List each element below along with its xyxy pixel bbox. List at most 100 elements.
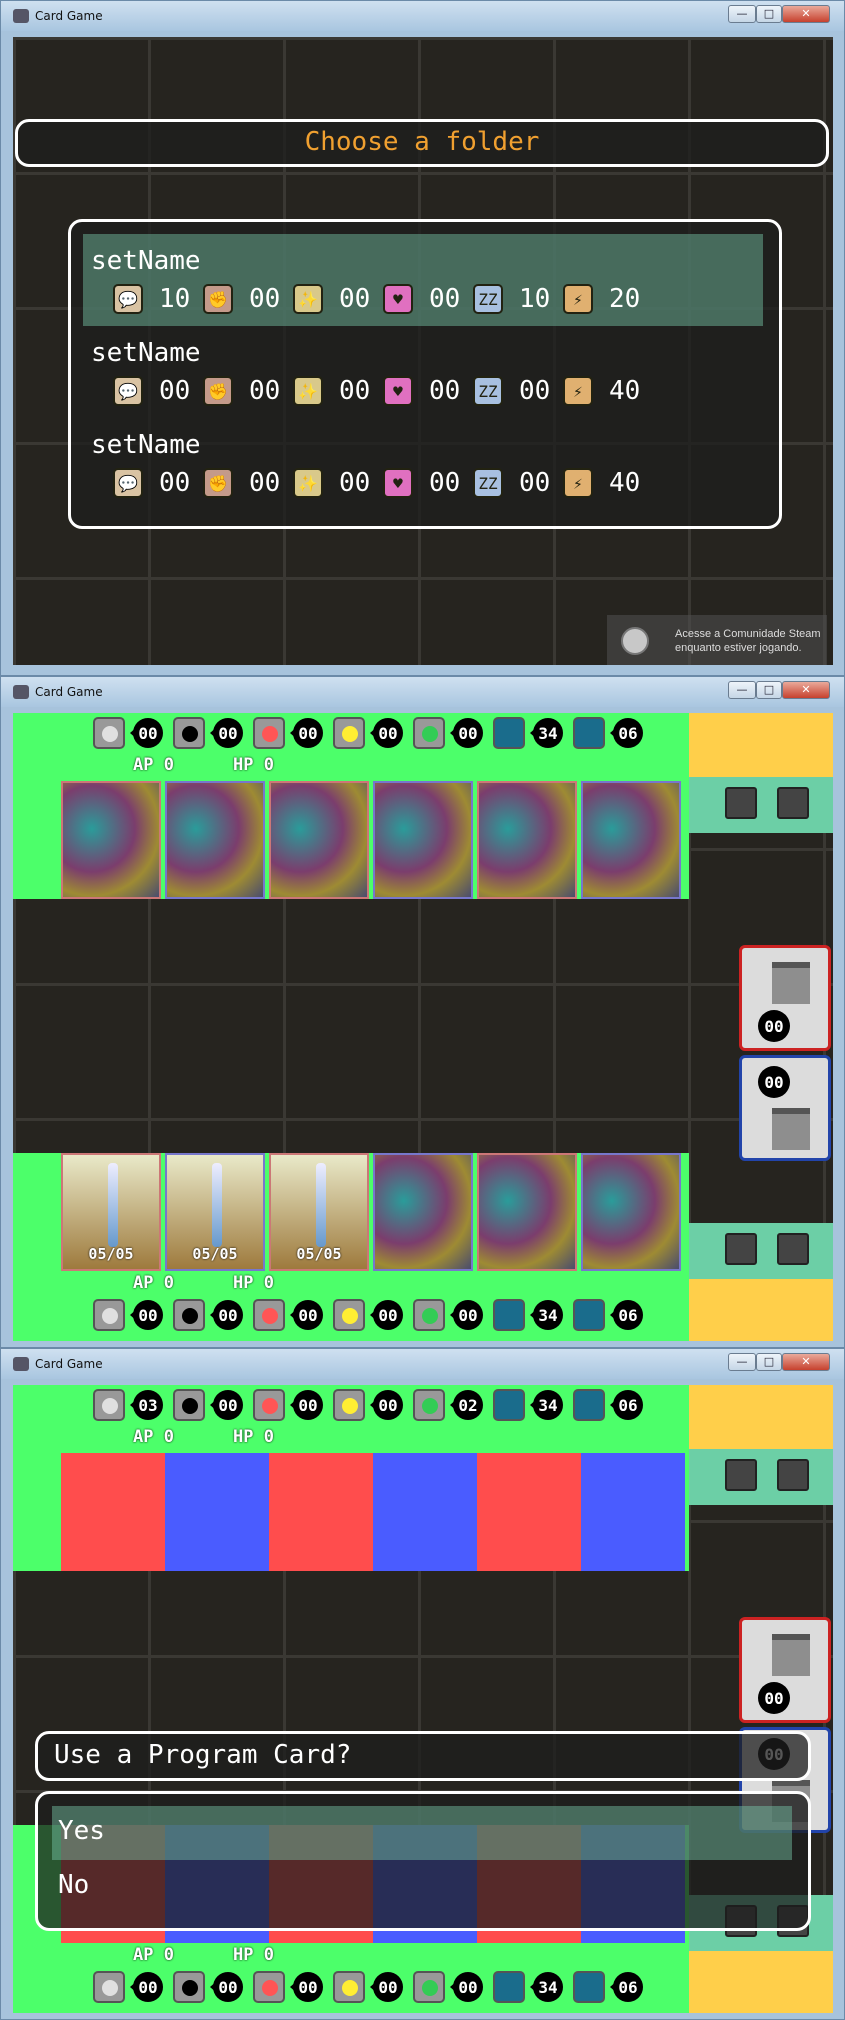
orb-count: 00 [450, 1300, 483, 1330]
element-count: 10 [159, 284, 191, 314]
claw-icon: ✊ [203, 376, 233, 406]
orb-icon-3 [333, 1971, 365, 2003]
close-button[interactable]: ✕ [782, 5, 830, 23]
close-button[interactable]: ✕ [782, 1353, 830, 1371]
hp-label: HP 0 [233, 1945, 274, 1965]
sword-card[interactable]: 05/05 [61, 1153, 161, 1271]
maximize-button[interactable]: □ [756, 5, 782, 23]
window-3: Card Game — □ ✕ 03 00 00 00 02 34 06 AP 0 HP 0 AP… [0, 1348, 845, 2020]
facedown-card[interactable] [61, 781, 161, 899]
heart-icon: ♥ [383, 468, 413, 498]
app-icon [13, 685, 29, 699]
slot-icon[interactable] [725, 787, 757, 819]
orb-icon-4 [413, 1389, 445, 1421]
deck-count: 34 [530, 1972, 563, 2002]
window-2: Card Game — □ ✕ 00 00 00 00 00 34 06 AP 0 HP 0 AP… [0, 676, 845, 1348]
orb-count: 00 [290, 1300, 323, 1330]
card-slot[interactable] [269, 1453, 373, 1571]
close-button[interactable]: ✕ [782, 681, 830, 699]
facedown-card[interactable] [477, 781, 577, 899]
gem-count: 06 [610, 718, 643, 748]
sword-card[interactable]: 05/05 [269, 1153, 369, 1271]
folder-row[interactable]: setName 💬 00 ✊ 00 ✨ 00 ♥ 00 ZZ 00 ⚡ 40 [83, 326, 763, 418]
hp-label: HP 0 [233, 1427, 274, 1447]
element-count: 40 [609, 376, 641, 406]
choice-no[interactable]: No [52, 1860, 792, 1914]
slot-icon[interactable] [777, 1233, 809, 1265]
prompt-box: Use a Program Card? [35, 1731, 811, 1781]
orb-icon-4 [413, 717, 445, 749]
folder-name: setName [91, 430, 201, 460]
trash-opponent[interactable]: 00 [739, 945, 831, 1051]
facedown-card[interactable] [165, 781, 265, 899]
card-slot[interactable] [581, 1453, 685, 1571]
card-slot[interactable] [373, 1453, 477, 1571]
facedown-card[interactable] [269, 781, 369, 899]
slot-icon[interactable] [725, 1459, 757, 1491]
window-title: Card Game [35, 685, 103, 699]
orb-count: 00 [210, 1300, 243, 1330]
orb-icon-4 [413, 1971, 445, 2003]
facedown-card[interactable] [581, 781, 681, 899]
heart-icon: ♥ [383, 376, 413, 406]
element-count: 40 [609, 468, 641, 498]
card-slot[interactable] [165, 1453, 269, 1571]
facedown-card[interactable] [373, 781, 473, 899]
minimize-button[interactable]: — [728, 681, 756, 699]
ap-label: AP 0 [133, 1427, 174, 1447]
deck-count: 34 [530, 718, 563, 748]
opponent-teal-zone [689, 1449, 833, 1505]
trash-opponent[interactable]: 00 [739, 1617, 831, 1723]
orb-icon-2 [253, 1299, 285, 1331]
player-yellow-zone [689, 1279, 833, 1341]
folder-row[interactable]: setName 💬 10 ✊ 00 ✨ 00 ♥ 00 ZZ 10 ⚡ 20 [83, 234, 763, 326]
orb-count: 00 [290, 1390, 323, 1420]
player-teal-zone [689, 1223, 833, 1279]
card-slot[interactable] [477, 1453, 581, 1571]
star-swirl-icon: ✨ [293, 284, 323, 314]
card-slot[interactable] [61, 1453, 165, 1571]
speech-icon: 💬 [113, 376, 143, 406]
folder-row[interactable]: setName 💬 00 ✊ 00 ✨ 00 ♥ 00 ZZ 00 ⚡ 40 [83, 418, 763, 510]
orb-count: 03 [130, 1390, 163, 1420]
maximize-button[interactable]: □ [756, 1353, 782, 1371]
ap-label: AP 0 [133, 755, 174, 775]
orb-icon-2 [253, 717, 285, 749]
slot-icon[interactable] [777, 787, 809, 819]
facedown-card[interactable] [477, 1153, 577, 1271]
orb-count: 00 [210, 718, 243, 748]
orb-icon-0 [93, 1299, 125, 1331]
orb-count: 00 [370, 1390, 403, 1420]
minimize-button[interactable]: — [728, 5, 756, 23]
trash-player[interactable]: 00 [739, 1055, 831, 1161]
slot-icon[interactable] [777, 1459, 809, 1491]
element-count: 00 [429, 284, 461, 314]
player-yellow-zone [689, 1951, 833, 2013]
orb-count: 00 [370, 1300, 403, 1330]
element-count: 00 [339, 284, 371, 314]
maximize-button[interactable]: □ [756, 681, 782, 699]
sword-card[interactable]: 05/05 [165, 1153, 265, 1271]
title-bar: Card Game — □ ✕ [1, 677, 844, 707]
minimize-button[interactable]: — [728, 1353, 756, 1371]
opponent-teal-zone [689, 777, 833, 833]
slot-icon[interactable] [725, 1233, 757, 1265]
title-bar: Card Game — □ ✕ [1, 1, 844, 31]
deck-count: 34 [530, 1390, 563, 1420]
orb-count: 00 [450, 718, 483, 748]
trash-icon [772, 1634, 810, 1676]
facedown-card[interactable] [581, 1153, 681, 1271]
facedown-card[interactable] [373, 1153, 473, 1271]
trash-count: 00 [758, 1066, 790, 1098]
sword-icon [108, 1163, 118, 1247]
gem-count: 06 [610, 1300, 643, 1330]
choice-yes[interactable]: Yes [52, 1806, 792, 1860]
orb-count: 00 [130, 1972, 163, 2002]
speech-icon: 💬 [113, 284, 143, 314]
element-count: 00 [339, 376, 371, 406]
ap-label: AP 0 [133, 1945, 174, 1965]
orb-count: 00 [290, 1972, 323, 2002]
game-canvas: 00 00 00 00 00 34 06 AP 0 HP 0 AP 0 HP 0 00 00 00 00 00… [13, 713, 833, 1341]
element-count: 00 [339, 468, 371, 498]
gem-count: 06 [610, 1390, 643, 1420]
